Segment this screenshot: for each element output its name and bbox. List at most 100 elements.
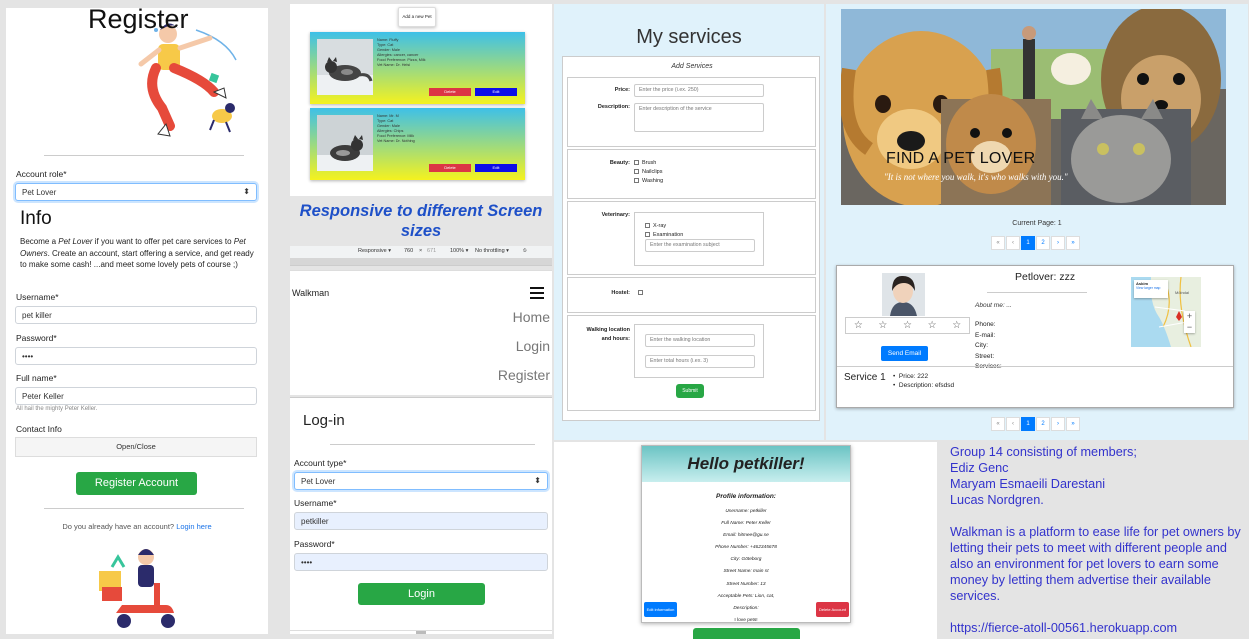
xray-checkbox[interactable]: X-ray xyxy=(645,223,666,229)
first-page-button[interactable]: « xyxy=(991,417,1005,431)
account-type-value: Pet Lover xyxy=(301,477,336,486)
password-input[interactable]: •••• xyxy=(15,347,257,365)
app-url-link[interactable]: https://fierce-atoll-00561.herokuapp.com xyxy=(950,620,1247,636)
prev-page-button[interactable]: ‹ xyxy=(1006,236,1020,250)
edit-pet-button[interactable]: Edit xyxy=(475,88,517,96)
zoom-in-button[interactable]: + xyxy=(1184,311,1195,322)
login-title: Log-in xyxy=(303,412,345,429)
account-role-select[interactable]: Pet Lover ⬍ xyxy=(15,183,257,201)
page-1-button[interactable]: 1 xyxy=(1021,236,1035,250)
star-icon[interactable]: ☆ xyxy=(878,320,887,331)
profile-section-title: Profile information: xyxy=(716,493,776,500)
star-icon[interactable]: ☆ xyxy=(854,320,863,331)
page-2-button[interactable]: 2 xyxy=(1036,236,1050,250)
login-button[interactable]: Login xyxy=(358,583,485,605)
walking-options: Enter the walking location Enter total h… xyxy=(634,324,764,378)
star-icon[interactable]: ☆ xyxy=(903,320,912,331)
examination-checkbox[interactable]: Examination xyxy=(645,232,683,238)
submit-button[interactable]: Submit xyxy=(676,384,704,398)
responsive-banner: Responsive to different Screen sizes xyxy=(290,196,552,248)
add-pet-button[interactable]: Add a new Pet xyxy=(398,7,436,27)
contact-info-label: Contact Info xyxy=(16,424,62,434)
walking-location-input[interactable]: Enter the walking location xyxy=(645,334,755,347)
nav-link-register[interactable]: Register xyxy=(498,367,550,383)
rating-stars[interactable]: ☆ ☆ ☆ ☆ ☆ xyxy=(845,317,970,334)
nav-link-login[interactable]: Login xyxy=(516,338,550,354)
username-input[interactable]: petkiller xyxy=(294,512,548,530)
last-page-button[interactable]: » xyxy=(1066,236,1080,250)
account-type-select[interactable]: Pet Lover ⬍ xyxy=(294,472,548,490)
price-input[interactable]: Enter the price (i.ex. 250) xyxy=(634,84,764,97)
ruler-bar xyxy=(290,258,552,265)
scooter-delivery-illustration xyxy=(99,549,175,628)
resize-handle[interactable] xyxy=(416,631,426,634)
price-label: Price: xyxy=(614,87,630,93)
service-title: Service 1 xyxy=(844,372,886,383)
info-heading: Info xyxy=(20,208,52,229)
next-page-button[interactable]: › xyxy=(1051,417,1065,431)
rotate-icon[interactable]: ⦸ xyxy=(523,248,527,255)
info-text: Become a Pet Lover if you want to offer … xyxy=(20,237,254,269)
password-input[interactable]: •••• xyxy=(294,553,548,571)
devtools-toolbar: Responsive ▾ 760 × 671 100% ▾ No throttl… xyxy=(290,246,552,266)
green-action-button[interactable] xyxy=(693,628,800,639)
contact-details: Phone: E-mail: City: Street: Services: xyxy=(975,321,1002,370)
pet-details: Name: Fluffy Type: Cat Gender: Male Allergi… xyxy=(377,38,426,67)
page-1-button[interactable]: 1 xyxy=(1021,417,1035,431)
username-input[interactable]: pet killer xyxy=(15,306,257,324)
hostel-checkbox[interactable] xyxy=(638,290,646,296)
send-email-button[interactable]: Send Email xyxy=(881,346,928,361)
next-page-button[interactable]: › xyxy=(1051,236,1065,250)
fullname-label: Full name* xyxy=(16,373,57,383)
edit-pet-button[interactable]: Edit xyxy=(475,164,517,172)
location-map[interactable]: Askim View larger map Mölndal + − xyxy=(1131,277,1201,347)
contact-toggle-button[interactable]: Open/Close xyxy=(15,437,257,457)
page-title: Register xyxy=(88,8,189,34)
brand-name[interactable]: Walkman xyxy=(292,288,329,298)
delete-pet-button[interactable]: Delete xyxy=(429,164,471,172)
height-field[interactable]: 671 xyxy=(427,248,436,254)
services-title: My services xyxy=(636,26,742,48)
nailclips-checkbox[interactable]: Nailclips xyxy=(634,169,662,175)
about-text: Group 14 consisting of members; Ediz Gen… xyxy=(950,444,1247,636)
page-2-button[interactable]: 2 xyxy=(1036,417,1050,431)
examination-subject-input[interactable]: Enter the examination subject xyxy=(645,239,755,252)
first-page-button[interactable]: « xyxy=(991,236,1005,250)
star-icon[interactable]: ☆ xyxy=(928,320,937,331)
username-label: Username* xyxy=(294,498,337,508)
walking-section: Walking location and hours: Enter the wal… xyxy=(567,315,816,411)
edit-information-button[interactable]: Edit information xyxy=(644,602,677,617)
zoom-select[interactable]: 100% ▾ xyxy=(450,248,468,254)
register-account-button[interactable]: Register Account xyxy=(76,472,197,495)
pet-lover-panel: FIND A PET LOVER "It is not where you wa… xyxy=(826,4,1248,440)
nav-link-home[interactable]: Home xyxy=(513,309,550,325)
divider xyxy=(330,444,535,445)
dimension-separator: × xyxy=(419,248,423,254)
login-here-link[interactable]: Login here xyxy=(176,522,211,531)
pet-card: Name: Fluffy Type: Cat Gender: Male Allergi… xyxy=(310,32,525,104)
login-prompt: Do you already have an account? Login he… xyxy=(62,522,212,531)
width-field[interactable]: 760 xyxy=(404,248,413,254)
delete-account-button[interactable]: Delete Account xyxy=(816,602,849,617)
delete-pet-button[interactable]: Delete xyxy=(429,88,471,96)
hamburger-menu-icon[interactable] xyxy=(530,287,544,299)
throttle-select[interactable]: No throttling ▾ xyxy=(475,248,509,254)
last-page-button[interactable]: » xyxy=(1066,417,1080,431)
description-textarea[interactable]: Enter description of the service xyxy=(634,103,764,132)
zoom-out-button[interactable]: − xyxy=(1184,322,1195,333)
login-panel: Log-in Account type* Pet Lover ⬍ Usernam… xyxy=(290,397,552,634)
washing-checkbox[interactable]: Washing xyxy=(634,178,663,184)
prev-page-button[interactable]: ‹ xyxy=(1006,417,1020,431)
pet-card: Name: Mr. M Type: Cat Gender: Male Allergie… xyxy=(310,108,525,180)
fullname-input[interactable]: Peter Keller xyxy=(15,387,257,405)
my-services-panel: My services Add Services Price: Enter th… xyxy=(554,4,824,440)
brush-checkbox[interactable]: Brush xyxy=(634,160,656,166)
price-section: Price: Enter the price (i.ex. 250) Descr… xyxy=(567,77,816,147)
veterinary-label: Veterinary: xyxy=(601,212,630,218)
star-icon[interactable]: ☆ xyxy=(952,320,961,331)
username-label: Username* xyxy=(16,292,59,302)
device-select[interactable]: Responsive ▾ xyxy=(358,248,391,254)
walking-hours-input[interactable]: Enter total hours (i.ex. 3) xyxy=(645,355,755,368)
view-larger-map-link[interactable]: View larger map xyxy=(1136,286,1166,290)
pagination-bottom: « ‹ 1 2 › » xyxy=(991,417,1081,431)
